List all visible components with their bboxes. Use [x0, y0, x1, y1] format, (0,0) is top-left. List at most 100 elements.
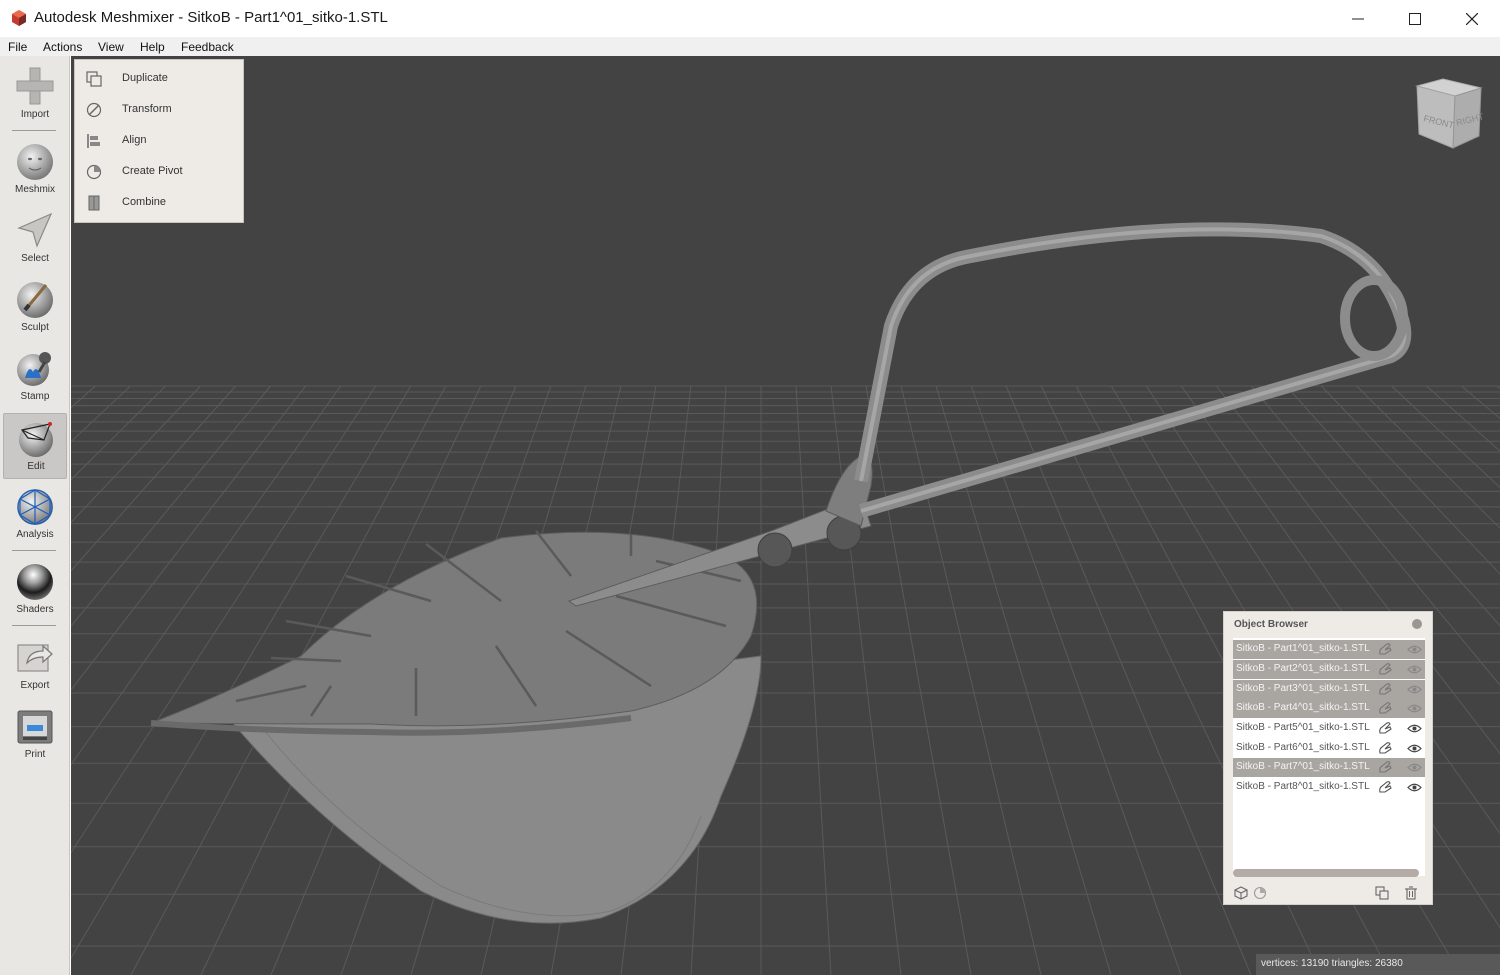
title-bar: Autodesk Meshmixer - SitkoB - Part1^01_s…	[0, 0, 1500, 37]
visibility-eye-icon[interactable]	[1407, 644, 1422, 655]
visibility-eye-icon[interactable]	[1407, 684, 1422, 695]
hand-icon[interactable]	[1378, 643, 1392, 656]
object-row[interactable]: SitkoB - Part5^01_sitko-1.STL	[1233, 719, 1425, 738]
stamp-icon	[17, 352, 51, 386]
menu-duplicate[interactable]: Duplicate	[75, 63, 243, 94]
hand-icon[interactable]	[1378, 781, 1392, 794]
tool-label: Analysis	[16, 529, 54, 540]
object-row[interactable]: SitkoB - Part7^01_sitko-1.STL	[1233, 758, 1425, 777]
visibility-eye-icon[interactable]	[1407, 743, 1422, 754]
transform-icon	[86, 102, 102, 118]
tool-sculpt[interactable]: Sculpt	[3, 275, 67, 341]
maximize-icon	[1409, 12, 1421, 25]
toolbar-divider	[12, 625, 56, 626]
tool-label: Export	[20, 680, 50, 691]
tool-label: Meshmix	[14, 184, 55, 195]
duplicate-icon[interactable]	[1375, 886, 1389, 900]
object-list: SitkoB - Part1^01_sitko-1.STL SitkoB - P…	[1233, 638, 1425, 876]
cube-icon[interactable]	[1234, 886, 1248, 900]
hand-icon[interactable]	[1378, 683, 1392, 696]
export-icon	[17, 644, 53, 672]
menu-bar: File Actions View Help Feedback	[0, 37, 1500, 56]
hand-icon[interactable]	[1378, 663, 1392, 676]
object-row[interactable]: SitkoB - Part4^01_sitko-1.STL	[1233, 699, 1425, 718]
object-row[interactable]: SitkoB - Part6^01_sitko-1.STL	[1233, 739, 1425, 758]
hand-icon[interactable]	[1378, 702, 1392, 715]
menu-label: Align	[122, 134, 147, 146]
sitko-model[interactable]	[150, 222, 1412, 924]
align-icon	[87, 134, 100, 148]
tool-edit[interactable]: Edit	[3, 413, 67, 479]
menu-label: Duplicate	[122, 72, 168, 84]
tool-label: Sculpt	[21, 322, 49, 333]
tool-meshmix[interactable]: Meshmix	[3, 137, 67, 203]
object-browser-title: Object Browser	[1234, 619, 1308, 630]
visibility-eye-icon[interactable]	[1407, 782, 1422, 793]
tool-export[interactable]: Export	[3, 633, 67, 699]
object-name: SitkoB - Part6^01_sitko-1.STL	[1236, 742, 1370, 753]
mesh-stats: vertices: 13190 triangles: 26380	[1261, 958, 1403, 969]
tool-import[interactable]: Import	[3, 62, 67, 128]
object-list-scrollbar[interactable]	[1233, 869, 1419, 877]
object-name: SitkoB - Part2^01_sitko-1.STL	[1236, 663, 1370, 674]
meshmixer-app-icon	[12, 10, 26, 26]
minimize-button[interactable]	[1329, 0, 1387, 37]
hand-icon[interactable]	[1378, 742, 1392, 755]
hand-icon[interactable]	[1378, 761, 1392, 774]
tool-label: Import	[20, 109, 50, 120]
menu-help[interactable]: Help	[140, 40, 165, 54]
import-plus-icon	[16, 67, 54, 105]
maximize-button[interactable]	[1386, 0, 1444, 37]
status-bar: vertices: 13190 triangles: 26380	[1256, 954, 1500, 975]
tool-stamp[interactable]: Stamp	[3, 344, 67, 410]
tool-shaders[interactable]: Shaders	[3, 557, 67, 623]
shaders-ball-icon	[17, 564, 53, 600]
object-name: SitkoB - Part5^01_sitko-1.STL	[1236, 722, 1370, 733]
menu-align[interactable]: Align	[75, 125, 243, 156]
menu-actions[interactable]: Actions	[43, 40, 82, 54]
object-name: SitkoB - Part4^01_sitko-1.STL	[1236, 702, 1370, 713]
create-pivot-icon	[86, 164, 102, 180]
hand-icon[interactable]	[1378, 722, 1392, 735]
object-row[interactable]: SitkoB - Part2^01_sitko-1.STL	[1233, 660, 1425, 679]
duplicate-icon	[86, 71, 102, 87]
menu-file[interactable]: File	[8, 40, 27, 54]
visibility-eye-icon[interactable]	[1407, 664, 1422, 675]
menu-label: Create Pivot	[122, 165, 183, 177]
toolbar-divider	[12, 550, 56, 551]
visibility-eye-icon[interactable]	[1407, 762, 1422, 773]
print-icon	[17, 710, 53, 744]
tool-label: Stamp	[20, 391, 50, 402]
visibility-eye-icon[interactable]	[1407, 703, 1422, 714]
trash-icon[interactable]	[1404, 886, 1418, 900]
tool-label: Edit	[27, 461, 45, 472]
object-name: SitkoB - Part7^01_sitko-1.STL	[1236, 761, 1370, 772]
toolbar-divider	[12, 130, 56, 131]
object-row[interactable]: SitkoB - Part8^01_sitko-1.STL	[1233, 778, 1425, 797]
tool-print[interactable]: Print	[3, 702, 67, 768]
object-browser-panel: Object Browser SitkoB - Part1^01_sitko-1…	[1223, 611, 1433, 905]
select-arrow-icon	[17, 212, 53, 248]
sculpt-brush-icon	[17, 282, 53, 318]
object-name: SitkoB - Part1^01_sitko-1.STL	[1236, 643, 1370, 654]
object-row[interactable]: SitkoB - Part1^01_sitko-1.STL	[1233, 640, 1425, 659]
pivot-icon[interactable]	[1253, 886, 1267, 900]
menu-label: Transform	[122, 103, 172, 115]
visibility-eye-icon[interactable]	[1407, 723, 1422, 734]
close-button[interactable]	[1443, 0, 1500, 37]
menu-view[interactable]: View	[98, 40, 124, 54]
menu-transform[interactable]: Transform	[75, 94, 243, 125]
object-row[interactable]: SitkoB - Part3^01_sitko-1.STL	[1233, 680, 1425, 699]
combine-icon	[88, 195, 100, 211]
menu-feedback[interactable]: Feedback	[181, 40, 234, 54]
menu-label: Combine	[122, 196, 167, 208]
menu-combine[interactable]: Combine	[75, 187, 243, 218]
view-cube[interactable]: FRONT RIGHT	[1411, 76, 1487, 152]
tool-analysis[interactable]: Analysis	[3, 482, 67, 548]
object-name: SitkoB - Part3^01_sitko-1.STL	[1236, 683, 1370, 694]
object-browser-close-button[interactable]	[1412, 619, 1422, 629]
tool-select[interactable]: Select	[3, 206, 67, 272]
menu-create-pivot[interactable]: Create Pivot	[75, 156, 243, 187]
analysis-mesh-icon	[17, 489, 53, 525]
window-title: Autodesk Meshmixer - SitkoB - Part1^01_s…	[34, 9, 388, 26]
